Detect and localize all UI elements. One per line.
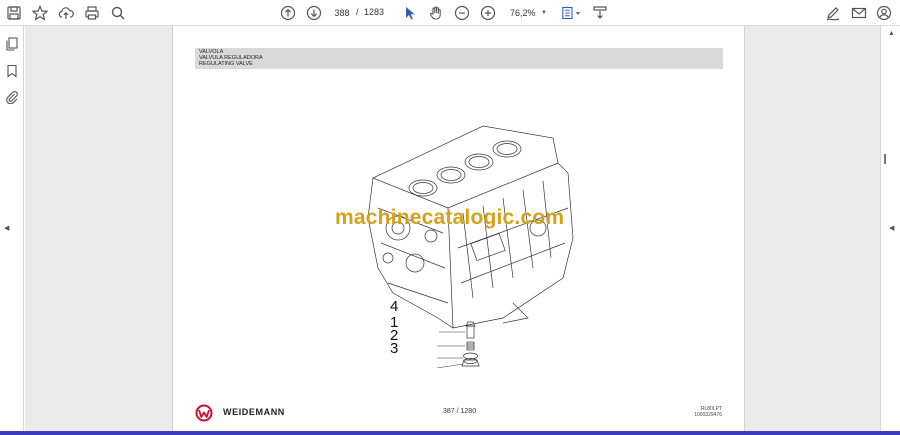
zoom-out-icon[interactable] [452, 3, 472, 23]
top-toolbar: / 1283 76,2% ▼ [0, 0, 900, 26]
select-cursor-icon[interactable] [400, 3, 420, 23]
callout-4: 4 [390, 298, 399, 315]
pages-thumbnail-icon[interactable] [4, 36, 20, 52]
collapse-right-icon[interactable]: ◀ [889, 224, 894, 232]
arrow-down-circle-icon[interactable] [304, 3, 324, 23]
zoom-level-select[interactable]: 76,2% ▼ [504, 4, 550, 22]
page-number-input[interactable] [330, 4, 354, 22]
zoom-level-value: 76,2% [510, 8, 536, 18]
email-icon[interactable] [849, 3, 869, 23]
taskbar-strip [0, 431, 900, 435]
account-icon[interactable] [874, 3, 894, 23]
zoom-in-icon[interactable] [478, 3, 498, 23]
title-line-english: REGULATING VALVE [199, 60, 253, 67]
save-icon[interactable] [4, 3, 24, 23]
zoom-search-icon[interactable] [108, 3, 128, 23]
bookmark-star-icon[interactable] [30, 3, 50, 23]
right-sidebar: ▲ ◀ [880, 26, 900, 435]
pdf-page: VALVOLA VALVULA REGULADORA REGULATING VA… [172, 26, 745, 435]
arrow-up-circle-icon[interactable] [278, 3, 298, 23]
page-total: 1283 [364, 7, 385, 17]
collapse-left-icon[interactable]: ◀ [4, 224, 9, 232]
footer-part-code: 1000329476 [694, 412, 722, 418]
scrollbar-thumb[interactable] [884, 154, 886, 164]
weidemann-logo [195, 404, 213, 422]
footer-page-number: 387 / 1280 [443, 408, 477, 415]
bookmark-icon[interactable] [4, 63, 20, 79]
page-title-bar: VALVOLA VALVULA REGULADORA REGULATING VA… [195, 48, 723, 69]
print-icon[interactable] [82, 3, 102, 23]
upload-cloud-icon[interactable] [56, 3, 76, 23]
scroll-up-icon[interactable]: ▲ [888, 30, 895, 37]
scroll-mode-icon[interactable] [590, 3, 610, 23]
engine-block-drawing [367, 125, 574, 368]
chevron-down-icon: ▼ [541, 10, 547, 16]
attachment-icon[interactable] [4, 89, 20, 105]
document-viewer[interactable]: VALVOLA VALVULA REGULADORA REGULATING VA… [25, 26, 880, 435]
page-separator: / [356, 7, 359, 17]
hand-pan-icon[interactable] [426, 3, 446, 23]
fill-sign-icon[interactable] [823, 3, 843, 23]
watermark-text: machinecatalogic.com [335, 206, 565, 229]
left-sidebar: ◀ [0, 26, 24, 435]
fit-page-icon[interactable] [558, 3, 586, 23]
callout-3: 3 [390, 340, 399, 357]
footer-brand: WEIDEMANN [223, 407, 285, 417]
